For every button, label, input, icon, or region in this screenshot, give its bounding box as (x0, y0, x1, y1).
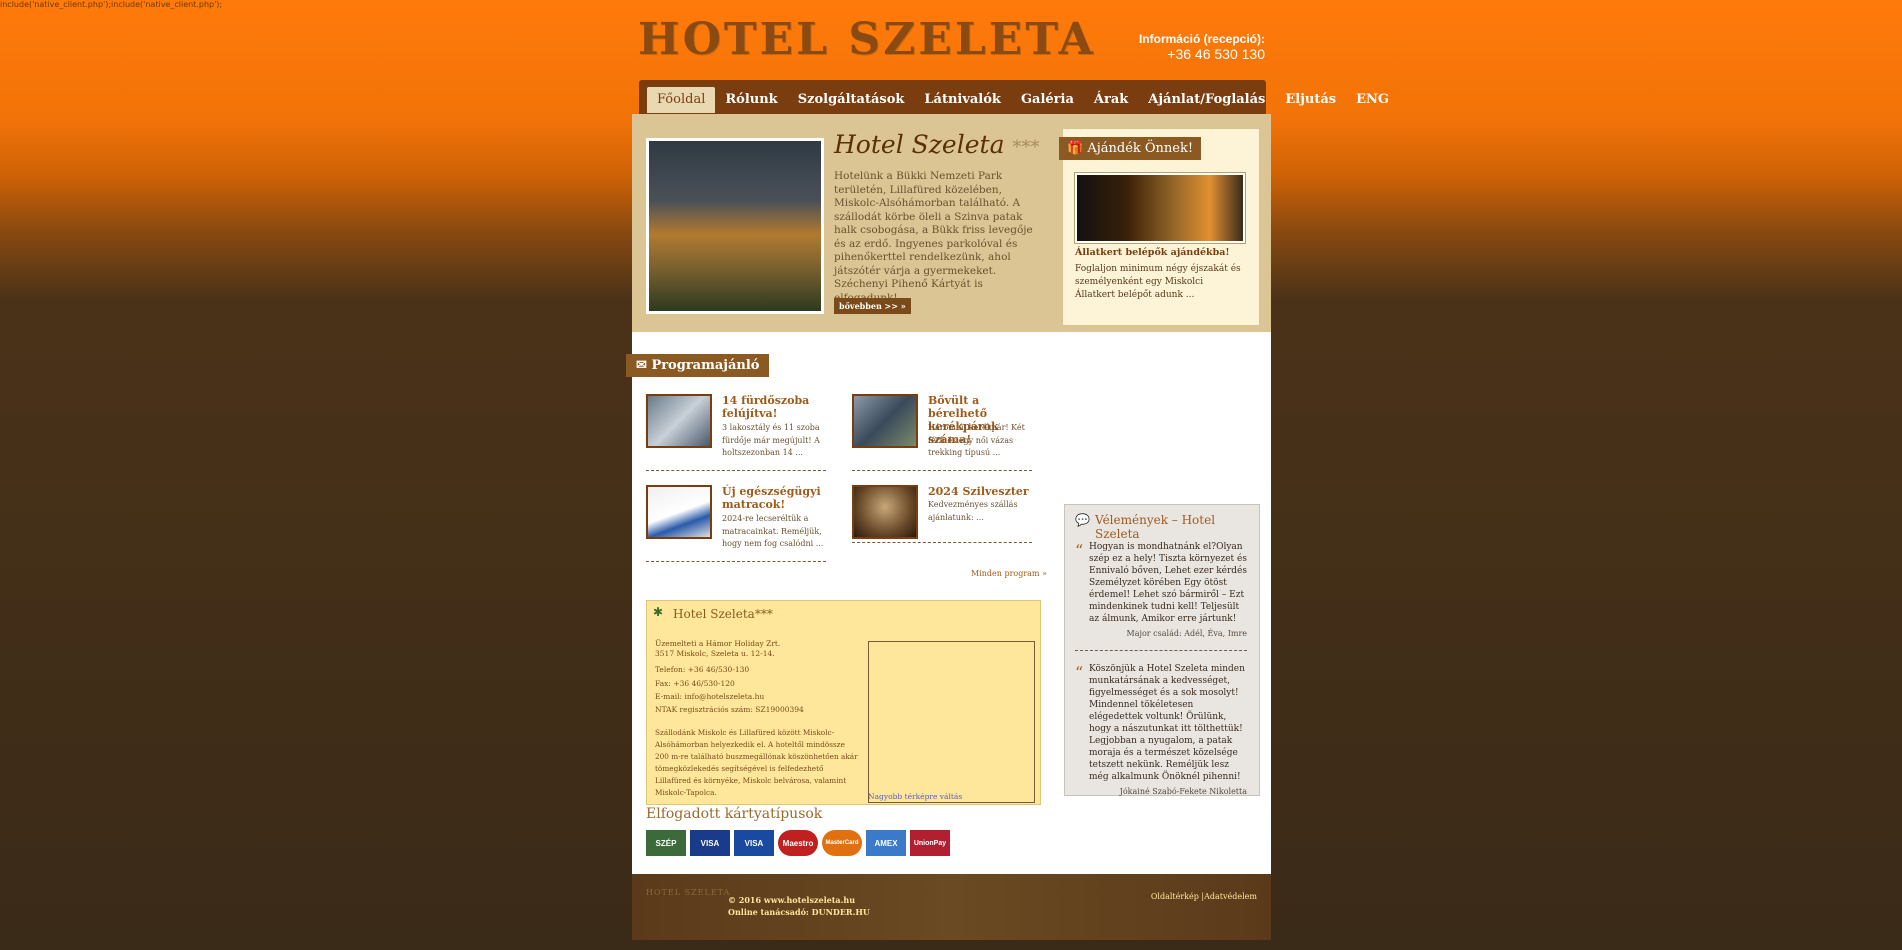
reception-phone[interactable]: +36 46 530 130 (1139, 46, 1265, 62)
location-text: Szállodánk Miskolc és Lillafüred között … (655, 728, 858, 797)
reviews-box: 💬 Vélemények – Hotel Szeleta “ Hogyan is … (1064, 504, 1260, 796)
review-item: “ Köszönjük a Hotel Szeleta minden munka… (1075, 663, 1247, 796)
larger-map-link[interactable]: Nagyobb térképre váltás (868, 792, 962, 801)
program-thumb[interactable] (646, 485, 712, 539)
unionpay-card-icon: UnionPay (910, 830, 950, 856)
page-wrapper: HOTEL SZELETA Információ (recepció): +36… (626, 0, 1389, 950)
contact-title: ✱ Hotel Szeleta*** (653, 605, 773, 621)
reception-info: Információ (recepció): +36 46 530 130 (1139, 32, 1265, 62)
reviews-title: 💬 Vélemények – Hotel Szeleta (1075, 513, 1259, 541)
footer-logo: HOTEL SZELETA (646, 888, 731, 897)
envelope-icon: ✉ (636, 358, 647, 373)
reception-label: Információ (recepció): (1138, 32, 1265, 46)
nav-prices[interactable]: Árak (1084, 87, 1138, 113)
program-desc: 3 lakosztály és 11 szoba fürdője már meg… (722, 423, 820, 457)
program-title[interactable]: 2024 Szilveszter (928, 485, 1038, 498)
gift-image[interactable] (1074, 172, 1246, 244)
more-button[interactable]: bővebben >> » (834, 298, 911, 314)
palm-icon: ✱ (653, 605, 664, 619)
divider (646, 561, 826, 562)
gift-text: Foglaljon minimum négy éjszakát és szemé… (1075, 264, 1241, 300)
visa-card-icon: VISA (690, 830, 730, 856)
email-text[interactable]: E-mail: info@hotelszeleta.hu (655, 692, 764, 701)
contact-title-text: Hotel Szeleta*** (673, 607, 773, 621)
mastercard-card-icon: MasterCard (822, 830, 862, 856)
hotel-logo[interactable]: HOTEL SZELETA (638, 14, 1096, 65)
hero-title: Hotel Szeleta *** (834, 130, 1039, 159)
sitemap-link[interactable]: Oldaltérkép (1151, 892, 1199, 901)
all-programs-link[interactable]: Minden program » (971, 569, 1047, 578)
copyright-text[interactable]: © 2016 www.hotelszeleta.hu (728, 894, 870, 906)
programs-heading-label: Programajánló (651, 358, 760, 373)
operator-text: Üzemelteti a Hámor Holiday Zrt. (655, 639, 781, 648)
gift-title[interactable]: Állatkert belépők ajándékba! (1075, 247, 1230, 258)
fax-text: Fax: +36 46/530-120 (655, 679, 735, 688)
hotel-photo (646, 138, 824, 314)
cards-heading: Elfogadott kártyatípusok (646, 806, 823, 822)
main-content: Hotel Szeleta *** Hotelünk a Bükki Nemze… (626, 114, 1271, 874)
program-title[interactable]: 14 fürdőszoba felújítva! (722, 394, 832, 420)
divider (1075, 650, 1247, 651)
quote-icon: “ (1075, 663, 1084, 682)
review-author: Jókainé Szabó-Fekete Nikoletta (1119, 787, 1247, 796)
main-nav: Főoldal Rólunk Szolgáltatások Látnivalók… (639, 80, 1389, 114)
hero-text: Hotelünk a Bükki Nemzeti Park területén,… (834, 170, 1033, 304)
nav-english[interactable]: ENG (1346, 87, 1399, 113)
credit-text[interactable]: Online tanácsadó: DUNDER.HU (728, 906, 870, 918)
cards-list: SZÉP VISA VISA Maestro MasterCard AMEX U… (646, 830, 950, 856)
map-frame[interactable] (868, 641, 1035, 803)
nav-home[interactable]: Főoldal (647, 87, 716, 113)
program-thumb[interactable] (646, 394, 712, 448)
address-text: 3517 Miskolc, Szeleta u. 12-14. (655, 649, 775, 658)
review-text: Hogyan is mondhatnánk el?Olyan szép ez a… (1089, 542, 1248, 624)
nav-sights[interactable]: Látnivalók (914, 87, 1011, 113)
gift-tab: 🎁 Ajándék Önnek! (1059, 137, 1202, 160)
phone-text: Telefon: +36 46/530-130 (655, 665, 750, 674)
reviews-title-text: Vélemények – Hotel Szeleta (1095, 513, 1216, 541)
nav-about[interactable]: Rólunk (715, 87, 787, 113)
nav-gallery[interactable]: Galéria (1011, 87, 1084, 113)
program-thumb[interactable] (852, 485, 918, 539)
review-author: Major család: Adél, Éva, Imre (1126, 629, 1247, 638)
quote-icon: “ (1075, 541, 1084, 560)
footer: HOTEL SZELETA © 2016 www.hotelszeleta.hu… (632, 874, 1271, 940)
speech-bubble-icon: 💬 (1075, 513, 1090, 527)
programs-heading: ✉ Programajánló (626, 354, 770, 377)
szep-card-icon: SZÉP (646, 830, 686, 856)
review-item: “ Hogyan is mondhatnánk el?Olyan szép ez… (1075, 541, 1247, 651)
gift-tab-label: Ajándék Önnek! (1087, 141, 1194, 156)
hero-section: Hotel Szeleta *** Hotelünk a Bükki Nemze… (632, 114, 1271, 332)
program-title[interactable]: Új egészségügyi matracok! (722, 485, 832, 511)
program-thumb[interactable] (852, 394, 918, 448)
ntak-text: NTAK regisztrációs szám: SZ19000394 (655, 705, 804, 714)
gift-box: 🎁 Ajándék Önnek! Állatkert belépők ajánd… (1059, 128, 1260, 326)
nav-services[interactable]: Szolgáltatások (788, 87, 915, 113)
hero-stars: *** (1012, 137, 1040, 158)
gift-icon: 🎁 (1067, 141, 1084, 156)
php-error-text: include('native_client.php');include('na… (0, 0, 223, 9)
review-text: Köszönjük a Hotel Szeleta minden munkatá… (1089, 664, 1245, 782)
maestro-card-icon: Maestro (778, 830, 818, 856)
amex-card-icon: AMEX (866, 830, 906, 856)
footer-links: Oldaltérkép |Adatvédelem (1150, 892, 1257, 901)
nav-directions[interactable]: Eljutás (1275, 87, 1346, 113)
divider (852, 542, 1032, 543)
privacy-link[interactable]: Adatvédelem (1204, 892, 1257, 901)
footer-copyright: © 2016 www.hotelszeleta.hu Online tanács… (728, 894, 870, 918)
hero-title-text: Hotel Szeleta (834, 130, 1005, 159)
visa-electron-card-icon: VISA (734, 830, 774, 856)
divider (646, 470, 826, 471)
contact-box: ✱ Hotel Szeleta*** Üzemelteti a Hámor Hol… (646, 600, 1041, 805)
program-desc: 2024-re lecseréltük a matracainkat. Remé… (722, 514, 824, 548)
program-desc: Kedvezményes szállás ajánlatunk: ... (928, 500, 1018, 522)
divider (852, 470, 1032, 471)
program-desc: Három új kerékpár! Két férfi és egy női … (928, 423, 1025, 457)
nav-booking[interactable]: Ajánlat/Foglalás (1138, 87, 1275, 113)
